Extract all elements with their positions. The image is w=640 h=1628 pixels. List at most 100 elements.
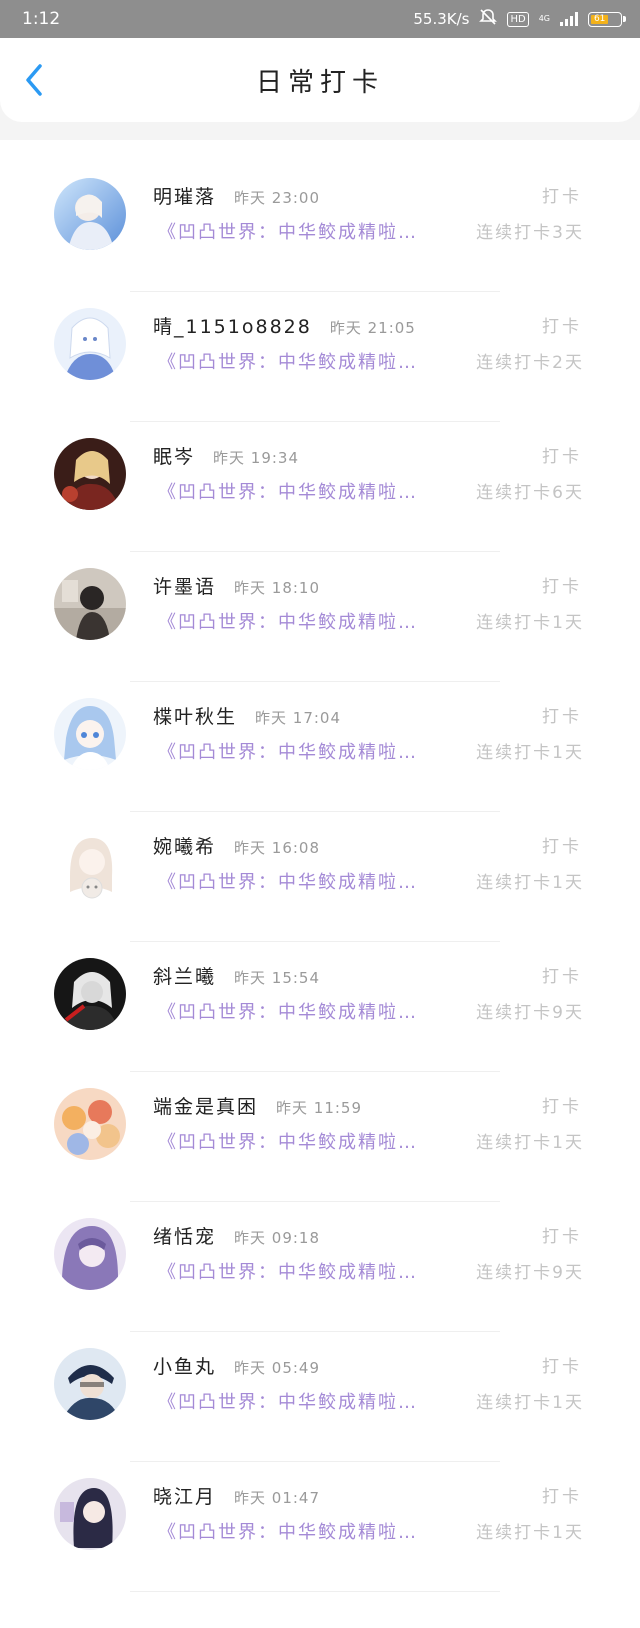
user-name: 眠岑 昨天 19:34 xyxy=(153,442,299,469)
avatar[interactable] xyxy=(54,1088,126,1160)
user-name: 斜兰曦 昨天 15:54 xyxy=(153,962,320,989)
checkin-label: 打卡 xyxy=(542,967,582,987)
streak-text: 连续打卡1天 xyxy=(476,873,584,893)
book-title[interactable]: 《凹凸世界：中华鲛成精啦… xyxy=(158,218,418,244)
avatar[interactable] xyxy=(54,568,126,640)
streak-text: 连续打卡1天 xyxy=(476,613,584,633)
avatar[interactable] xyxy=(54,958,126,1030)
user-name-text: 晓江月 xyxy=(153,1486,217,1508)
checkin-item[interactable]: 端金是真困 昨天 11:59 打卡 《凹凸世界：中华鲛成精啦… 连续打卡1天 xyxy=(0,1072,640,1202)
checkin-item[interactable]: 婉曦希 昨天 16:08 打卡 《凹凸世界：中华鲛成精啦… 连续打卡1天 xyxy=(0,812,640,942)
user-name: 明璀落 昨天 23:00 xyxy=(153,182,320,209)
book-title[interactable]: 《凹凸世界：中华鲛成精啦… xyxy=(158,1518,418,1544)
user-name-text: 小鱼丸 xyxy=(153,1356,217,1378)
book-title[interactable]: 《凹凸世界：中华鲛成精啦… xyxy=(158,1388,418,1414)
user-name-text: 端金是真困 xyxy=(153,1096,259,1118)
checkin-label: 打卡 xyxy=(542,707,582,727)
avatar[interactable] xyxy=(54,1348,126,1420)
streak-text: 连续打卡1天 xyxy=(476,1523,584,1543)
avatar[interactable] xyxy=(54,828,126,900)
checkin-item[interactable]: 绪恬宠 昨天 09:18 打卡 《凹凸世界：中华鲛成精啦… 连续打卡9天 xyxy=(0,1202,640,1332)
user-name: 绪恬宠 昨天 09:18 xyxy=(153,1222,320,1249)
checkin-time: 昨天 15:54 xyxy=(234,969,321,987)
checkin-item[interactable]: 眠岑 昨天 19:34 打卡 《凹凸世界：中华鲛成精啦… 连续打卡6天 xyxy=(0,422,640,552)
checkin-label: 打卡 xyxy=(542,837,582,857)
streak-text: 连续打卡9天 xyxy=(476,1003,584,1023)
checkin-time: 昨天 01:47 xyxy=(234,1489,321,1507)
network-speed: 55.3K/s xyxy=(413,10,470,28)
checkin-label: 打卡 xyxy=(542,1227,582,1247)
page-title: 日常打卡 xyxy=(255,67,384,98)
checkin-time: 昨天 11:59 xyxy=(276,1099,363,1117)
network-type: 4G xyxy=(538,14,550,23)
checkin-time: 昨天 09:18 xyxy=(234,1229,321,1247)
book-title[interactable]: 《凹凸世界：中华鲛成精啦… xyxy=(158,608,418,634)
back-button[interactable] xyxy=(20,62,50,98)
checkin-item[interactable]: 小鱼丸 昨天 05:49 打卡 《凹凸世界：中华鲛成精啦… 连续打卡1天 xyxy=(0,1332,640,1462)
book-title[interactable]: 《凹凸世界：中华鲛成精啦… xyxy=(158,1258,418,1284)
streak-text: 连续打卡1天 xyxy=(476,743,584,763)
user-name: 端金是真困 昨天 11:59 xyxy=(153,1092,362,1119)
user-name-text: 斜兰曦 xyxy=(153,966,217,988)
streak-text: 连续打卡1天 xyxy=(476,1133,584,1153)
battery-icon: 61 xyxy=(588,11,626,27)
checkin-label: 打卡 xyxy=(542,1097,582,1117)
book-title[interactable]: 《凹凸世界：中华鲛成精啦… xyxy=(158,868,418,894)
chevron-left-icon xyxy=(26,64,42,96)
checkin-list: 明璀落 昨天 23:00 打卡 《凹凸世界：中华鲛成精啦… 连续打卡3天 晴_11… xyxy=(0,140,640,1592)
streak-text: 连续打卡1天 xyxy=(476,1393,584,1413)
user-name: 小鱼丸 昨天 05:49 xyxy=(153,1352,320,1379)
checkin-time: 昨天 05:49 xyxy=(234,1359,321,1377)
checkin-label: 打卡 xyxy=(542,317,582,337)
book-title[interactable]: 《凹凸世界：中华鲛成精啦… xyxy=(158,348,418,374)
streak-text: 连续打卡3天 xyxy=(476,223,584,243)
checkin-label: 打卡 xyxy=(542,187,582,207)
checkin-time: 昨天 17:04 xyxy=(255,709,342,727)
streak-text: 连续打卡9天 xyxy=(476,1263,584,1283)
avatar[interactable] xyxy=(54,178,126,250)
avatar[interactable] xyxy=(54,438,126,510)
checkin-label: 打卡 xyxy=(542,447,582,467)
avatar[interactable] xyxy=(54,698,126,770)
checkin-time: 昨天 18:10 xyxy=(234,579,321,597)
avatar[interactable] xyxy=(54,1218,126,1290)
user-name: 许墨语 昨天 18:10 xyxy=(153,572,320,599)
user-name: 晴_1151o8828 昨天 21:05 xyxy=(153,312,416,339)
checkin-time: 昨天 21:05 xyxy=(329,319,416,337)
user-name: 婉曦希 昨天 16:08 xyxy=(153,832,320,859)
checkin-item[interactable]: 斜兰曦 昨天 15:54 打卡 《凹凸世界：中华鲛成精啦… 连续打卡9天 xyxy=(0,942,640,1072)
user-name: 楪叶秋生 昨天 17:04 xyxy=(153,702,341,729)
book-title[interactable]: 《凹凸世界：中华鲛成精啦… xyxy=(158,738,418,764)
checkin-time: 昨天 19:34 xyxy=(213,449,300,467)
streak-text: 连续打卡2天 xyxy=(476,353,584,373)
user-name-text: 绪恬宠 xyxy=(153,1226,217,1248)
checkin-time: 昨天 16:08 xyxy=(234,839,321,857)
user-name-text: 晴_1151o8828 xyxy=(153,316,312,338)
book-title[interactable]: 《凹凸世界：中华鲛成精啦… xyxy=(158,478,418,504)
avatar[interactable] xyxy=(54,1478,126,1550)
checkin-item[interactable]: 晴_1151o8828 昨天 21:05 打卡 《凹凸世界：中华鲛成精啦… 连续打… xyxy=(0,292,640,422)
status-icons: 55.3K/s HD 4G 61 xyxy=(413,8,626,30)
hd-badge: HD xyxy=(507,11,529,27)
nav-container: 日常打卡 xyxy=(0,38,640,140)
user-name-text: 眠岑 xyxy=(153,446,196,468)
checkin-item[interactable]: 楪叶秋生 昨天 17:04 打卡 《凹凸世界：中华鲛成精啦… 连续打卡1天 xyxy=(0,682,640,812)
user-name-text: 明璀落 xyxy=(153,186,217,208)
checkin-item[interactable]: 晓江月 昨天 01:47 打卡 《凹凸世界：中华鲛成精啦… 连续打卡1天 xyxy=(0,1462,640,1592)
user-name-text: 许墨语 xyxy=(153,576,217,598)
streak-text: 连续打卡6天 xyxy=(476,483,584,503)
checkin-label: 打卡 xyxy=(542,577,582,597)
checkin-item[interactable]: 明璀落 昨天 23:00 打卡 《凹凸世界：中华鲛成精啦… 连续打卡3天 xyxy=(0,162,640,292)
signal-icon xyxy=(560,12,578,26)
avatar[interactable] xyxy=(54,308,126,380)
checkin-label: 打卡 xyxy=(542,1357,582,1377)
status-time: 1:12 xyxy=(22,9,61,29)
battery-level: 61 xyxy=(591,14,609,24)
book-title[interactable]: 《凹凸世界：中华鲛成精啦… xyxy=(158,1128,418,1154)
checkin-item[interactable]: 许墨语 昨天 18:10 打卡 《凹凸世界：中华鲛成精啦… 连续打卡1天 xyxy=(0,552,640,682)
user-name-text: 婉曦希 xyxy=(153,836,217,858)
book-title[interactable]: 《凹凸世界：中华鲛成精啦… xyxy=(158,998,418,1024)
status-bar: 1:12 55.3K/s HD 4G 61 xyxy=(0,0,640,38)
checkin-time: 昨天 23:00 xyxy=(234,189,321,207)
user-name-text: 楪叶秋生 xyxy=(153,706,238,728)
